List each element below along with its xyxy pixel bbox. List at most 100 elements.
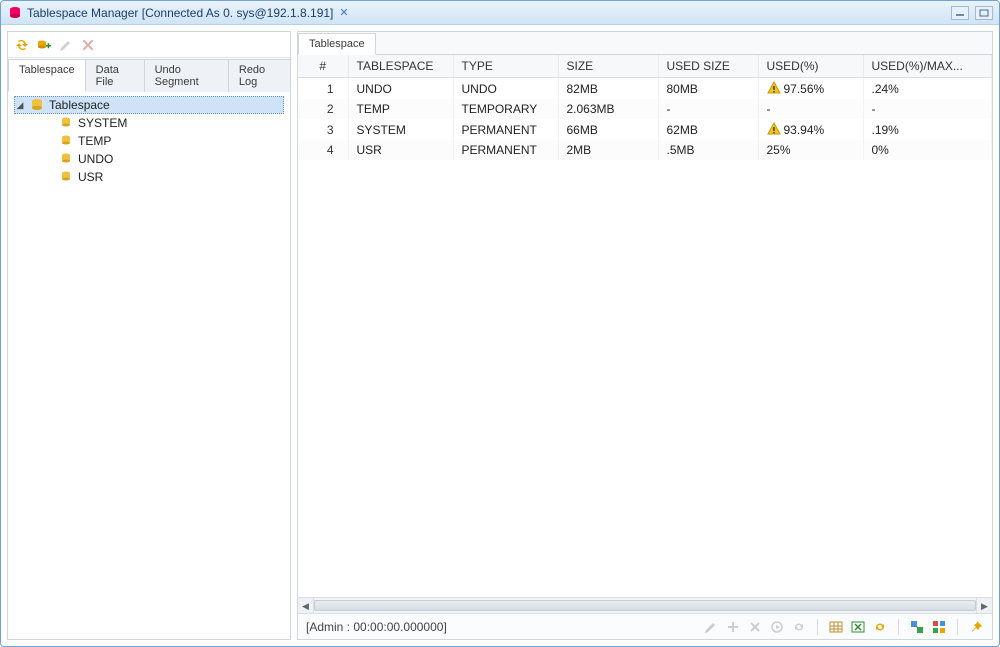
tab-label: Undo Segment [155, 64, 199, 88]
cell-number: 2 [298, 99, 348, 119]
run-icon [769, 619, 785, 635]
edit-icon [58, 37, 74, 53]
title-bar: Tablespace Manager [Connected As 0. sys@… [1, 1, 999, 25]
cell-used-pct: 25% [758, 140, 863, 160]
grid-icon[interactable] [828, 619, 844, 635]
right-panel: Tablespace # TABLESPACE TYPE SIZE [297, 31, 993, 640]
pencil-icon [703, 619, 719, 635]
grid-header-row[interactable]: # TABLESPACE TYPE SIZE USED SIZE USED(%)… [298, 55, 992, 78]
app-window: Tablespace Manager [Connected As 0. sys@… [0, 0, 1000, 647]
clone-icon[interactable] [36, 37, 52, 53]
warning-icon [767, 81, 781, 95]
cell-type: UNDO [453, 78, 558, 100]
status-bar: [Admin : 00:00:00.000000] [298, 613, 992, 639]
minimize-button[interactable] [951, 6, 969, 20]
col-type[interactable]: TYPE [453, 55, 558, 78]
cell-used-pct: 97.56% [758, 78, 863, 100]
tree-item-undo[interactable]: UNDO [14, 150, 284, 168]
right-tab-tablespace[interactable]: Tablespace [298, 33, 376, 55]
cell-used-pct: - [758, 99, 863, 119]
table-row[interactable]: 2TEMPTEMPORARY2.063MB--- [298, 99, 992, 119]
tab-redo-log[interactable]: Redo Log [228, 59, 291, 92]
scroll-left-icon[interactable]: ◀ [298, 598, 314, 613]
cell-tablespace: TEMP [348, 99, 453, 119]
cell-size: 2.063MB [558, 99, 658, 119]
cell-tablespace: SYSTEM [348, 119, 453, 140]
cell-used-size: - [658, 99, 758, 119]
grid-area: # TABLESPACE TYPE SIZE USED SIZE USED(%)… [298, 55, 992, 613]
cell-size: 82MB [558, 78, 658, 100]
col-tablespace[interactable]: TABLESPACE [348, 55, 453, 78]
cylinder-icon [58, 133, 74, 149]
tree-root-tablespace[interactable]: ◢ Tablespace [14, 96, 284, 114]
col-number[interactable]: # [298, 55, 348, 78]
tree-item-system[interactable]: SYSTEM [14, 114, 284, 132]
link-windows-icon[interactable] [909, 619, 925, 635]
cell-used-pct-max: .24% [863, 78, 992, 100]
cell-used-pct: 93.94% [758, 119, 863, 140]
tree-root-label: Tablespace [49, 98, 110, 112]
tab-tablespace[interactable]: Tablespace [8, 59, 86, 92]
tree-item-label: UNDO [78, 152, 113, 166]
excel-export-icon[interactable] [850, 619, 866, 635]
table-row[interactable]: 4USRPERMANENT2MB.5MB25%0% [298, 140, 992, 160]
refresh-gold-icon[interactable] [872, 619, 888, 635]
cylinder-icon [58, 151, 74, 167]
cell-size: 2MB [558, 140, 658, 160]
tab-undo-segment[interactable]: Undo Segment [144, 59, 229, 92]
cylinder-icon [58, 169, 74, 185]
cell-number: 1 [298, 78, 348, 100]
horizontal-scrollbar[interactable]: ◀ ▶ [298, 597, 992, 613]
table-row[interactable]: 3SYSTEMPERMANENT66MB62MB93.94%.19% [298, 119, 992, 140]
cylinder-icon [58, 115, 74, 131]
tab-label: Tablespace [309, 38, 365, 50]
cell-type: PERMANENT [453, 119, 558, 140]
tab-label: Tablespace [19, 64, 75, 76]
four-squares-icon[interactable] [931, 619, 947, 635]
tree-item-label: TEMP [78, 134, 111, 148]
cell-tablespace: USR [348, 140, 453, 160]
warning-icon [767, 122, 781, 136]
left-panel: Tablespace Data File Undo Segment Redo L… [7, 31, 291, 640]
cell-used-pct-max: 0% [863, 140, 992, 160]
scroll-right-icon[interactable]: ▶ [976, 598, 992, 613]
col-used-pct-max[interactable]: USED(%)/MAX... [863, 55, 992, 78]
cell-type: PERMANENT [453, 140, 558, 160]
tree-item-temp[interactable]: TEMP [14, 132, 284, 150]
left-toolbar [8, 32, 290, 58]
delete-icon [80, 37, 96, 53]
pin-icon[interactable] [968, 619, 984, 635]
right-tabs: Tablespace [298, 32, 992, 55]
tab-data-file[interactable]: Data File [85, 59, 145, 92]
cell-used-pct-max: .19% [863, 119, 992, 140]
tree-item-usr[interactable]: USR [14, 168, 284, 186]
tree-view[interactable]: ◢ Tablespace SYSTEM [8, 92, 290, 639]
col-size[interactable]: SIZE [558, 55, 658, 78]
cell-used-size: .5MB [658, 140, 758, 160]
refresh-icon [791, 619, 807, 635]
cell-number: 3 [298, 119, 348, 140]
tab-label: Redo Log [239, 64, 265, 88]
content-area: Tablespace Data File Undo Segment Redo L… [1, 25, 999, 646]
scroll-thumb[interactable] [314, 600, 976, 611]
tree-item-label: USR [78, 170, 103, 184]
expander-icon[interactable]: ◢ [15, 100, 25, 110]
left-tabs: Tablespace Data File Undo Segment Redo L… [8, 58, 290, 92]
delete-x-icon [747, 619, 763, 635]
cell-used-size: 62MB [658, 119, 758, 140]
cell-used-size: 80MB [658, 78, 758, 100]
status-text: [Admin : 00:00:00.000000] [306, 620, 447, 634]
tablespace-grid[interactable]: # TABLESPACE TYPE SIZE USED SIZE USED(%)… [298, 55, 992, 160]
tablespace-group-icon [29, 97, 45, 113]
maximize-button[interactable] [975, 6, 993, 20]
col-used-size[interactable]: USED SIZE [658, 55, 758, 78]
col-used-pct[interactable]: USED(%) [758, 55, 863, 78]
cell-used-pct-max: - [863, 99, 992, 119]
cell-number: 4 [298, 140, 348, 160]
window-controls [951, 6, 993, 20]
tree-item-label: SYSTEM [78, 116, 127, 130]
refresh-all-icon[interactable] [14, 37, 30, 53]
tab-close-icon[interactable]: ✕ [339, 6, 348, 19]
cell-size: 66MB [558, 119, 658, 140]
table-row[interactable]: 1UNDOUNDO82MB80MB97.56%.24% [298, 78, 992, 100]
